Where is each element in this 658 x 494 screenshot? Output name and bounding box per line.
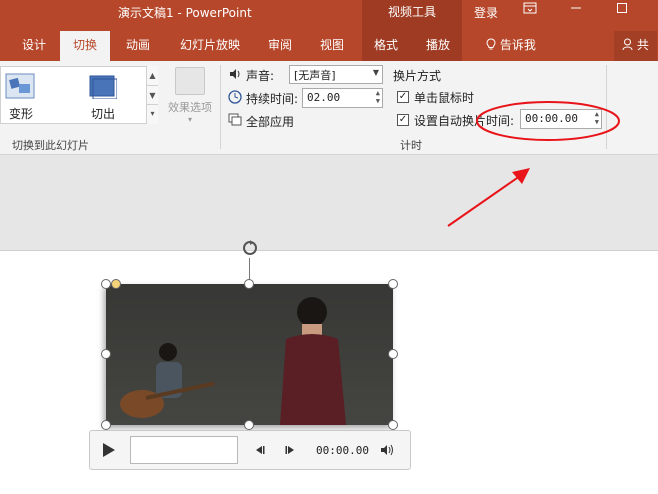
- effect-options-icon: [175, 67, 205, 95]
- duration-label: 持续时间:: [246, 92, 299, 106]
- video-tools-context-label: 视频工具: [362, 0, 462, 31]
- resize-handle-left[interactable]: [101, 349, 111, 359]
- tell-me-label: 告诉我: [499, 38, 536, 52]
- chevron-down-icon: ▼: [372, 68, 379, 77]
- share-label: 共: [636, 38, 649, 52]
- step-forward-icon[interactable]: [285, 444, 297, 459]
- media-player-bar: 00:00.00: [89, 430, 411, 470]
- tab-transitions[interactable]: 切换: [60, 31, 110, 61]
- resize-handle-bottom-left[interactable]: [101, 420, 111, 430]
- speaker-icon: [228, 67, 242, 81]
- workspace-background: [0, 155, 658, 250]
- advance-slide-label: 换片方式: [393, 69, 442, 83]
- gallery-scrollbar[interactable]: ▲ ▼ ▾: [146, 66, 158, 124]
- resize-handle-right[interactable]: [388, 349, 398, 359]
- morph-transition-label: 变形: [9, 107, 34, 121]
- playback-time: 00:00.00: [316, 444, 369, 457]
- minimize-icon[interactable]: [558, 0, 594, 24]
- resize-handle-top-right[interactable]: [388, 279, 398, 289]
- resize-handle-top-left[interactable]: [101, 279, 111, 289]
- transition-gallery: 变形 切出: [0, 66, 158, 124]
- chevron-down-icon: ▾: [187, 115, 192, 124]
- ribbon-panel: 变形 切出 ▲ ▼ ▾ 效果选项 ▾ 切换到此幻灯片 声音: [无声音] ▼ 持…: [0, 61, 658, 155]
- resize-handle-bottom-right[interactable]: [388, 420, 398, 430]
- on-click-label: 单击鼠标时: [414, 91, 475, 105]
- sound-label: 声音:: [246, 69, 275, 83]
- step-back-icon[interactable]: [253, 444, 265, 459]
- video-frame[interactable]: [106, 284, 393, 425]
- video-still-image: [106, 284, 393, 425]
- sound-value: [无声音]: [294, 69, 336, 82]
- after-label: 设置自动换片时间:: [414, 114, 515, 128]
- duration-value: 02.00: [307, 91, 341, 104]
- tell-me-box[interactable]: 告诉我: [478, 31, 544, 61]
- scroll-down-icon[interactable]: ▼: [147, 85, 158, 104]
- resize-handle-bottom[interactable]: [244, 420, 254, 430]
- sound-select[interactable]: [无声音] ▼: [289, 65, 383, 84]
- on-click-checkbox[interactable]: ✓: [397, 91, 409, 103]
- adjust-handle[interactable]: [111, 279, 121, 289]
- tab-design[interactable]: 设计: [14, 31, 54, 61]
- spin-arrows-icon[interactable]: ▲ ▼: [595, 110, 599, 126]
- gallery-expand-icon[interactable]: ▾: [147, 104, 158, 122]
- group-divider: [220, 65, 221, 149]
- after-time-value: 00:00.00: [525, 112, 578, 125]
- duration-spinner[interactable]: 02.00 ▲ ▼: [302, 88, 383, 108]
- tab-format[interactable]: 格式: [366, 31, 406, 61]
- maximize-icon[interactable]: [604, 0, 640, 24]
- tab-review[interactable]: 审阅: [260, 31, 300, 61]
- lightbulb-icon: [486, 38, 500, 52]
- tab-playback[interactable]: 播放: [418, 31, 458, 61]
- scroll-up-icon[interactable]: ▲: [147, 66, 158, 85]
- person-icon: [622, 38, 637, 52]
- group-divider: [606, 65, 607, 149]
- ribbon-tabs: 设计 切换 动画 幻灯片放映 审阅 视图 格式 播放 告诉我 共: [0, 31, 658, 61]
- tab-animations[interactable]: 动画: [118, 31, 158, 61]
- tab-slide-show[interactable]: 幻灯片放映: [172, 31, 248, 61]
- play-icon[interactable]: [102, 442, 116, 461]
- effect-options-button[interactable]: 效果选项 ▾: [165, 67, 215, 127]
- apply-all-button[interactable]: 全部应用: [246, 113, 294, 130]
- transition-group-label: 切换到此幻灯片: [12, 139, 89, 152]
- document-title: 演示文稿1 - PowerPoint: [118, 6, 252, 20]
- progress-track[interactable]: [130, 436, 238, 464]
- login-link[interactable]: 登录: [474, 4, 498, 21]
- ribbon-display-icon[interactable]: [512, 0, 548, 24]
- cut-transition-icon[interactable]: [87, 73, 118, 100]
- clock-icon: [228, 90, 242, 104]
- timing-group-label: 计时: [400, 139, 422, 152]
- after-checkbox[interactable]: ✓: [397, 114, 409, 126]
- share-button[interactable]: 共: [614, 31, 657, 61]
- cut-transition-label: 切出: [91, 107, 116, 121]
- volume-icon[interactable]: [380, 443, 396, 460]
- morph-transition-icon[interactable]: [5, 73, 35, 99]
- after-time-spinner[interactable]: 00:00.00 ▲ ▼: [520, 109, 602, 129]
- effect-options-label: 效果选项: [168, 101, 212, 114]
- apply-all-icon: [228, 113, 242, 127]
- spin-arrows-icon[interactable]: ▲ ▼: [376, 89, 380, 105]
- tab-view[interactable]: 视图: [312, 31, 352, 61]
- title-bar: 演示文稿1 - PowerPoint 视频工具 登录: [0, 0, 658, 31]
- rotate-handle-icon[interactable]: [240, 238, 260, 258]
- resize-handle-top[interactable]: [244, 279, 254, 289]
